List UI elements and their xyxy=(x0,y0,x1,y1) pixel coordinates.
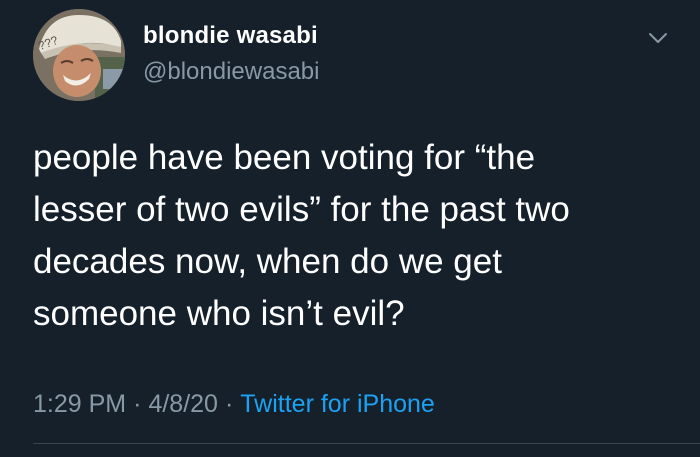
tweet-metadata: 1:29 PM · 4/8/20 · Twitter for iPhone xyxy=(33,390,435,419)
tweet-text-line: lesser of two evils” for the past two xyxy=(33,190,570,229)
tweet-date[interactable]: 4/8/20 xyxy=(148,390,218,418)
tweet-text: people have been voting for “the lesser … xyxy=(33,132,673,340)
tweet-text-line: someone who isn’t evil? xyxy=(33,294,405,333)
tweet-card: ??? blondie wasabi @blondiewasabi people… xyxy=(0,0,700,457)
tweet-source-link[interactable]: Twitter for iPhone xyxy=(240,390,435,418)
chevron-down-icon[interactable] xyxy=(644,24,672,52)
avatar-image: ??? xyxy=(33,9,125,101)
tweet-text-line: people have been voting for “the xyxy=(33,138,536,177)
author-handle[interactable]: @blondiewasabi xyxy=(143,58,319,86)
meta-separator: · xyxy=(133,390,142,418)
tweet-text-line: decades now, when do we get xyxy=(33,242,502,281)
tweet-time[interactable]: 1:29 PM xyxy=(33,390,126,418)
meta-separator: · xyxy=(224,390,234,418)
divider xyxy=(33,443,700,444)
author-display-name[interactable]: blondie wasabi xyxy=(143,22,318,50)
avatar[interactable]: ??? xyxy=(33,9,125,101)
